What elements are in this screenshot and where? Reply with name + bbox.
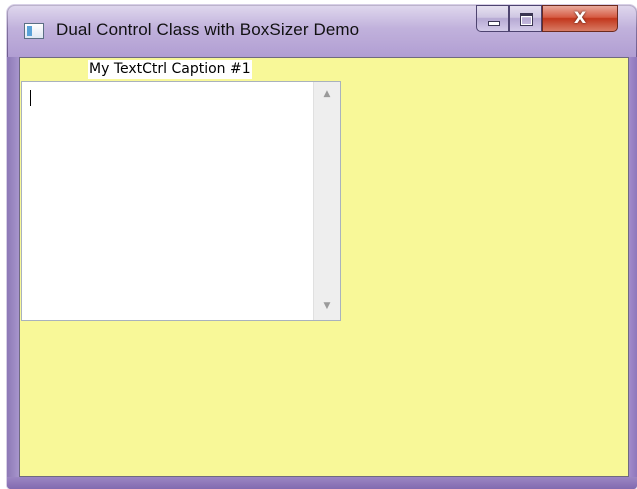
maximize-icon xyxy=(520,13,533,26)
window-right-border xyxy=(629,57,637,477)
window-left-border xyxy=(7,57,19,477)
text-caret xyxy=(30,90,31,106)
app-window-icon[interactable] xyxy=(24,23,44,39)
scroll-up-arrow-icon[interactable]: ▲ xyxy=(314,84,340,104)
app-window: Dual Control Class with BoxSizer Demo X … xyxy=(0,0,637,489)
client-area: My TextCtrl Caption #1 ▲ ▼ xyxy=(19,57,629,477)
minimize-button[interactable] xyxy=(476,5,509,32)
close-button[interactable]: X xyxy=(542,5,618,32)
text-control[interactable]: ▲ ▼ xyxy=(21,81,341,321)
window-title: Dual Control Class with BoxSizer Demo xyxy=(56,20,360,39)
vertical-scrollbar[interactable]: ▲ ▼ xyxy=(313,82,340,320)
minimize-icon xyxy=(488,21,500,26)
scroll-down-arrow-icon[interactable]: ▼ xyxy=(314,296,340,316)
caption-buttons: X xyxy=(476,5,624,34)
window-bottom-border xyxy=(7,477,637,489)
text-input-area[interactable] xyxy=(22,82,313,320)
close-icon: X xyxy=(573,8,587,27)
textctrl-caption-label: My TextCtrl Caption #1 xyxy=(88,60,252,79)
maximize-button[interactable] xyxy=(509,5,542,32)
